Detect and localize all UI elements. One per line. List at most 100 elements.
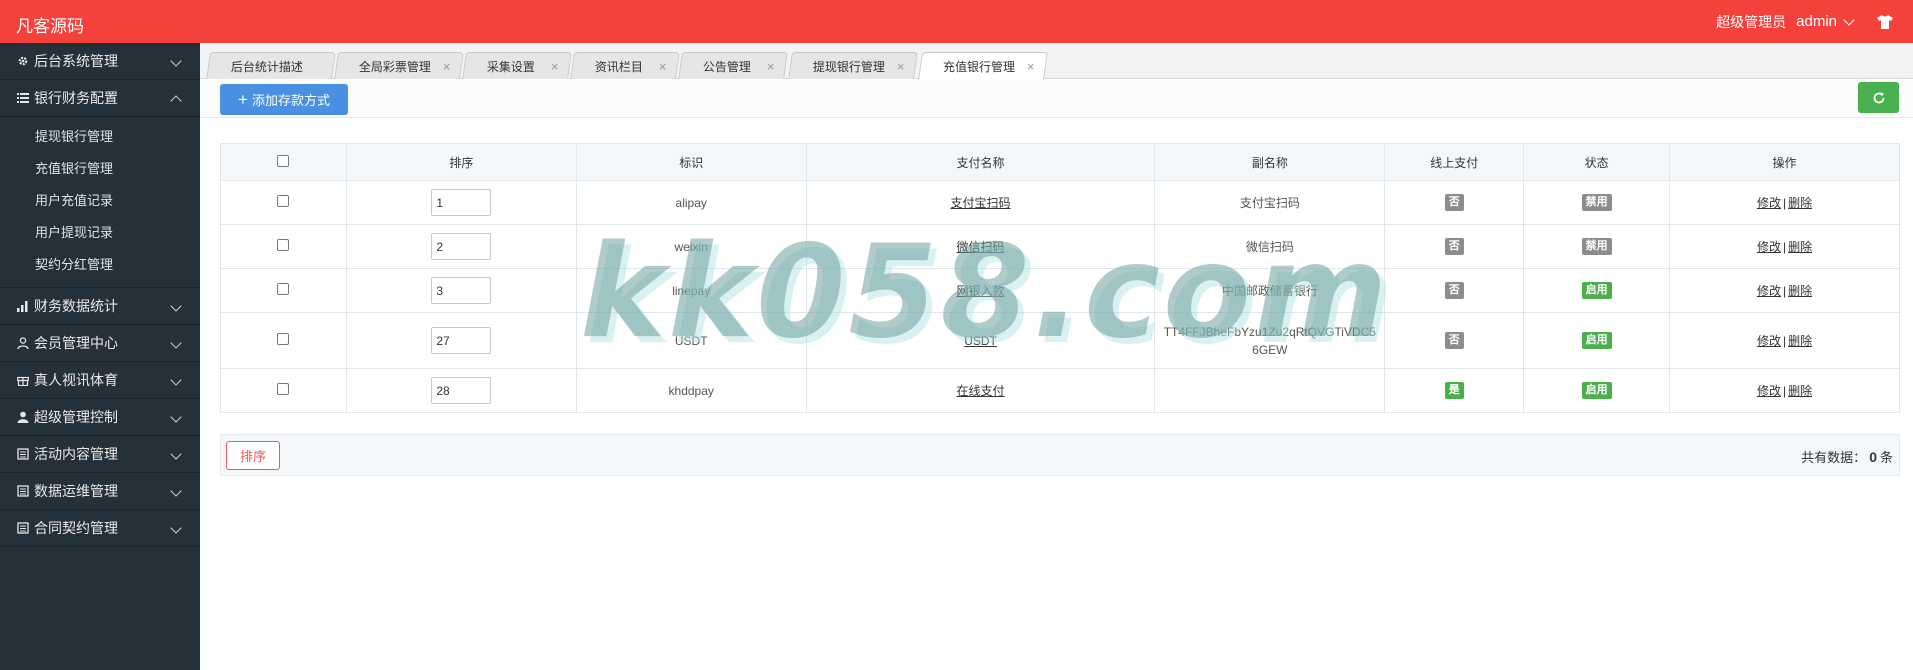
total-suffix: 条: [1879, 450, 1893, 465]
close-icon[interactable]: ×: [551, 59, 559, 74]
table-row: linepay 网银入款 中国邮政储蓄银行 否 启用 修改|删除: [220, 268, 1900, 313]
delete-link[interactable]: 删除: [1788, 284, 1812, 298]
sidebar-item-contracts[interactable]: 合同契约管理: [0, 510, 200, 547]
sort-input[interactable]: [431, 277, 492, 304]
tab-bar: 后台统计描述 全局彩票管理 × 采集设置 × 资讯栏目 × 公告管理 × 提现银…: [200, 43, 1913, 80]
submenu-recharge-bank[interactable]: 充值银行管理: [0, 153, 200, 185]
sidebar-item-members[interactable]: 会员管理中心: [0, 325, 200, 362]
row-checkbox[interactable]: [277, 195, 290, 207]
toolbar: + 添加存款方式: [200, 80, 1913, 118]
sort-input[interactable]: [431, 233, 492, 260]
tab-label: 提现银行管理: [812, 59, 885, 74]
user-solid-icon: [16, 411, 29, 424]
column-header: 操作: [1669, 143, 1900, 181]
delete-link[interactable]: 删除: [1788, 384, 1812, 398]
sort-button[interactable]: 排序: [226, 441, 280, 470]
sidebar-item-data-ops[interactable]: 数据运维管理: [0, 473, 200, 510]
sidebar-item-bank-config[interactable]: 银行财务配置: [0, 80, 200, 117]
brand-logo[interactable]: 凡客源码: [16, 12, 84, 37]
select-all-header: [220, 143, 347, 181]
payment-name-link[interactable]: 支付宝扫码: [951, 196, 1011, 210]
sidebar-item-finance-stats[interactable]: 财务数据统计: [0, 288, 200, 325]
sort-input[interactable]: [431, 377, 492, 404]
refresh-button[interactable]: [1858, 82, 1899, 113]
row-checkbox[interactable]: [277, 383, 290, 395]
chevron-down-icon[interactable]: [1843, 13, 1855, 26]
submenu-user-recharge[interactable]: 用户充值记录: [0, 185, 200, 217]
submenu-user-withdraw[interactable]: 用户提现记录: [0, 217, 200, 249]
online-badge[interactable]: 否: [1444, 194, 1464, 211]
delete-link[interactable]: 删除: [1788, 334, 1812, 348]
edit-link[interactable]: 修改: [1757, 334, 1781, 348]
status-badge[interactable]: 禁用: [1581, 238, 1612, 255]
status-badge[interactable]: 禁用: [1581, 194, 1612, 211]
cell-subname: 中国邮政储蓄银行: [1154, 268, 1386, 313]
tab-news-columns[interactable]: 资讯栏目 ×: [570, 52, 680, 79]
sidebar-item-label: 活动内容管理: [34, 446, 118, 462]
theme-shirt-icon[interactable]: [1877, 14, 1893, 29]
payment-name-link[interactable]: 微信扫码: [957, 240, 1005, 254]
tab-recharge-bank[interactable]: 充值银行管理 ×: [918, 52, 1048, 80]
column-header: 线上支付: [1384, 143, 1525, 181]
online-badge[interactable]: 是: [1444, 382, 1464, 399]
delete-link[interactable]: 删除: [1788, 240, 1812, 254]
payment-name-link[interactable]: USDT: [964, 334, 997, 348]
delete-link[interactable]: 删除: [1788, 196, 1812, 210]
status-badge[interactable]: 启用: [1581, 332, 1612, 349]
edit-link[interactable]: 修改: [1757, 284, 1781, 298]
cell-identifier: weixin: [575, 224, 807, 269]
action-separator: |: [1782, 334, 1787, 348]
tab-collect-settings[interactable]: 采集设置 ×: [462, 52, 572, 79]
tab-announcements[interactable]: 公告管理 ×: [678, 52, 788, 79]
chevron-down-icon: [170, 485, 182, 497]
tab-label: 全局彩票管理: [358, 59, 431, 74]
close-icon[interactable]: ×: [1027, 59, 1035, 74]
tab-label: 充值银行管理: [943, 59, 1016, 74]
close-icon[interactable]: ×: [659, 59, 667, 74]
edit-link[interactable]: 修改: [1757, 384, 1781, 398]
sidebar-item-super-admin[interactable]: 超级管理控制: [0, 399, 200, 436]
sidebar-item-label: 银行财务配置: [34, 90, 118, 106]
sidebar-item-activities[interactable]: 活动内容管理: [0, 436, 200, 473]
cell-identifier: linepay: [575, 268, 807, 313]
sidebar-item-system[interactable]: 后台系统管理: [0, 43, 200, 80]
status-badge[interactable]: 启用: [1581, 282, 1612, 299]
gift-icon: [16, 374, 29, 387]
deposit-methods-table: 排序 标识 支付名称 副名称 线上支付 状态 操作 alipay 支付宝扫码 支…: [220, 143, 1900, 413]
add-deposit-method-button[interactable]: + 添加存款方式: [220, 84, 348, 115]
submenu-withdraw-bank[interactable]: 提现银行管理: [0, 121, 200, 153]
action-separator: |: [1782, 384, 1787, 398]
edit-link[interactable]: 修改: [1757, 196, 1781, 210]
edit-link[interactable]: 修改: [1757, 240, 1781, 254]
row-checkbox[interactable]: [277, 283, 290, 295]
online-badge[interactable]: 否: [1444, 282, 1464, 299]
close-icon[interactable]: ×: [767, 59, 775, 74]
status-badge[interactable]: 启用: [1581, 382, 1612, 399]
close-icon[interactable]: ×: [897, 59, 905, 74]
tab-lottery[interactable]: 全局彩票管理 ×: [334, 52, 464, 79]
select-all-checkbox[interactable]: [277, 154, 290, 167]
tab-dashboard-stats[interactable]: 后台统计描述: [206, 52, 336, 79]
user-menu[interactable]: admin: [1796, 13, 1837, 30]
close-icon[interactable]: ×: [443, 59, 451, 74]
chevron-down-icon: [170, 448, 182, 460]
table-footer: 排序 共有数据： 0 条: [220, 434, 1900, 476]
submenu-contract-dividend[interactable]: 契约分红管理: [0, 249, 200, 281]
user-icon: [16, 337, 29, 350]
document-icon: [16, 448, 29, 461]
tab-withdraw-bank[interactable]: 提现银行管理 ×: [788, 52, 918, 79]
sidebar-item-label: 超级管理控制: [34, 409, 118, 425]
online-badge[interactable]: 否: [1444, 332, 1464, 349]
sidebar-item-live-sports[interactable]: 真人视讯体育: [0, 362, 200, 399]
sort-input[interactable]: [431, 189, 492, 216]
table-row: khddpay 在线支付 是 启用 修改|删除: [220, 368, 1900, 413]
online-badge[interactable]: 否: [1444, 238, 1464, 255]
table-row: weixin 微信扫码 微信扫码 否 禁用 修改|删除: [220, 224, 1900, 269]
chevron-down-icon: [170, 300, 182, 312]
row-checkbox[interactable]: [277, 239, 290, 251]
sort-input[interactable]: [431, 327, 492, 354]
table-header-row: 排序 标识 支付名称 副名称 线上支付 状态 操作: [220, 143, 1900, 181]
payment-name-link[interactable]: 在线支付: [957, 384, 1005, 398]
payment-name-link[interactable]: 网银入款: [957, 284, 1005, 298]
row-checkbox[interactable]: [277, 333, 290, 345]
